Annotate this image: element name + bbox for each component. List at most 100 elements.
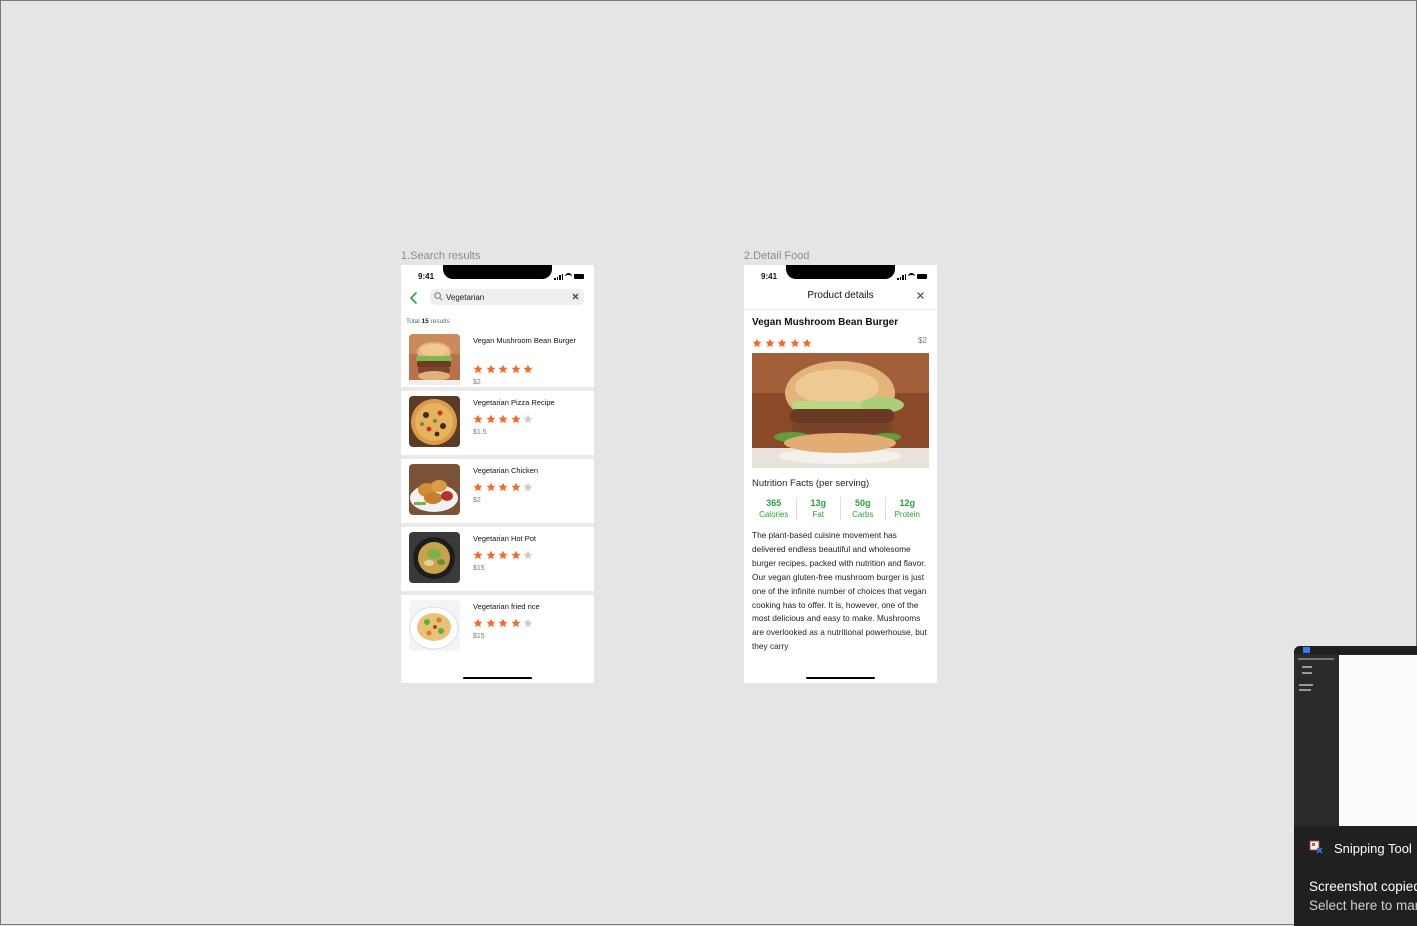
signal-icon xyxy=(897,273,906,280)
item-price: $2 xyxy=(473,497,481,504)
rating-stars xyxy=(752,335,815,353)
star-filled-icon xyxy=(511,618,520,628)
star-filled-icon xyxy=(498,482,508,492)
preview-canvas xyxy=(1339,655,1417,826)
back-arrow-icon[interactable] xyxy=(407,291,421,305)
rating-stars xyxy=(473,479,536,497)
notch xyxy=(443,265,552,279)
page-title: Product details xyxy=(807,290,874,301)
star-filled-icon xyxy=(473,618,483,628)
nutrition-calories: 365 Calories xyxy=(752,497,797,520)
list-item[interactable]: Vegetarian Chicken $2 xyxy=(401,459,594,523)
star-filled-icon xyxy=(523,364,533,374)
nutrition-title: Nutrition Facts (per serving) xyxy=(752,478,870,489)
search-results-screen: 9:41 Vegetarian Total 15 results Vegan M… xyxy=(401,265,594,683)
nutrition-label: Carbs xyxy=(852,510,874,519)
nutrition-value: 50g xyxy=(854,498,871,508)
star-filled-icon xyxy=(473,414,483,424)
star-filled-icon xyxy=(511,364,520,374)
status-time: 9:41 xyxy=(761,272,778,281)
toast[interactable]: Snipping Tool Screenshot copied to clipb… xyxy=(1294,826,1417,926)
nutrition-carbs: 50g Carbs xyxy=(841,497,886,520)
screenshot-preview[interactable] xyxy=(1294,646,1417,826)
snipping-tool-notification[interactable]: Snipping Tool Screenshot copied to clipb… xyxy=(1294,646,1417,926)
list-item[interactable]: Vegan Mushroom Bean Burger $2 xyxy=(401,329,594,387)
item-price: $15 xyxy=(473,633,485,640)
item-price: $15 xyxy=(473,565,485,572)
star-filled-icon xyxy=(511,482,520,492)
list-item[interactable]: Vegetarian fried rice $15 xyxy=(401,595,594,677)
close-icon[interactable] xyxy=(916,291,925,300)
header-divider xyxy=(744,309,937,310)
star-filled-icon xyxy=(498,550,508,560)
star-filled-icon xyxy=(802,338,812,348)
item-name: Vegetarian Chicken xyxy=(473,466,539,475)
burger-image xyxy=(752,353,929,468)
chicken-thumbnail xyxy=(409,464,460,515)
detail-food-screen: 9:41 Product details Vegan Mushroom Bean… xyxy=(744,265,937,683)
star-filled-icon xyxy=(473,482,483,492)
star-filled-icon xyxy=(498,364,508,374)
star-filled-icon xyxy=(498,414,508,424)
toast-message: Screenshot copied to clipboard xyxy=(1309,879,1417,894)
toast-subtext: Select here to mark up and share xyxy=(1309,898,1417,913)
product-description: The plant-based cuisine movement has del… xyxy=(752,530,927,652)
battery-icon xyxy=(574,274,584,279)
nutrition-facts: 365 Calories 13g Fat 50g Carbs 12g Prote… xyxy=(752,497,929,520)
frame-label-search: 1.Search results xyxy=(401,250,481,262)
pizza-thumbnail xyxy=(409,396,460,447)
nutrition-label: Calories xyxy=(759,510,789,519)
wifi-icon xyxy=(908,273,915,280)
star-filled-icon xyxy=(486,414,495,424)
snipping-tool-icon xyxy=(1309,840,1323,854)
star-filled-icon xyxy=(790,338,799,348)
status-icons xyxy=(897,273,927,280)
item-name: Vegetarian fried rice xyxy=(473,602,540,611)
status-bar: 9:41 xyxy=(744,265,937,287)
search-input[interactable]: Vegetarian xyxy=(430,289,584,305)
star-filled-icon xyxy=(486,618,495,628)
notch xyxy=(786,265,895,279)
star-filled-icon xyxy=(486,550,495,560)
item-name: Vegetarian Pizza Recipe xyxy=(473,398,555,407)
star-filled-icon xyxy=(511,550,520,560)
star-empty-icon xyxy=(523,550,533,560)
star-filled-icon xyxy=(752,338,762,348)
star-empty-icon xyxy=(523,482,533,492)
rating-stars xyxy=(473,547,536,565)
status-icons xyxy=(554,273,584,280)
nutrition-value: 13g xyxy=(810,498,826,508)
star-filled-icon xyxy=(486,482,495,492)
star-filled-icon xyxy=(765,338,774,348)
list-item[interactable]: Vegetarian Hot Pot $15 xyxy=(401,527,594,591)
star-filled-icon xyxy=(473,550,483,560)
nutrition-value: 12g xyxy=(899,498,915,508)
battery-icon xyxy=(917,274,927,279)
star-filled-icon xyxy=(486,364,495,374)
clear-search-icon[interactable] xyxy=(571,292,580,301)
rating-stars xyxy=(473,411,536,429)
results-count: Total 15 results xyxy=(406,318,450,325)
star-empty-icon xyxy=(523,618,533,628)
preview-toolbar xyxy=(1294,646,1417,654)
product-price: $2 xyxy=(918,336,927,345)
item-name: Vegan Mushroom Bean Burger xyxy=(473,336,576,345)
fried-rice-thumbnail xyxy=(409,600,460,651)
search-icon xyxy=(434,292,443,301)
nutrition-protein: 12g Protein xyxy=(886,497,930,520)
nutrition-fat: 13g Fat xyxy=(797,497,841,520)
signal-icon xyxy=(554,273,563,280)
star-filled-icon xyxy=(511,414,520,424)
hot-pot-thumbnail xyxy=(409,532,460,583)
item-price: $2 xyxy=(473,379,481,386)
home-indicator xyxy=(463,676,532,679)
list-item[interactable]: Vegetarian Pizza Recipe $1.5 xyxy=(401,391,594,455)
search-query: Vegetarian xyxy=(446,293,485,302)
item-name: Vegetarian Hot Pot xyxy=(473,534,536,543)
results-list: Vegan Mushroom Bean Burger $2 Vegetarian… xyxy=(401,329,594,677)
app-name: Snipping Tool xyxy=(1334,841,1412,856)
status-time: 9:41 xyxy=(418,272,435,281)
status-bar: 9:41 xyxy=(401,265,594,287)
nutrition-label: Protein xyxy=(894,510,920,519)
star-empty-icon xyxy=(523,414,533,424)
